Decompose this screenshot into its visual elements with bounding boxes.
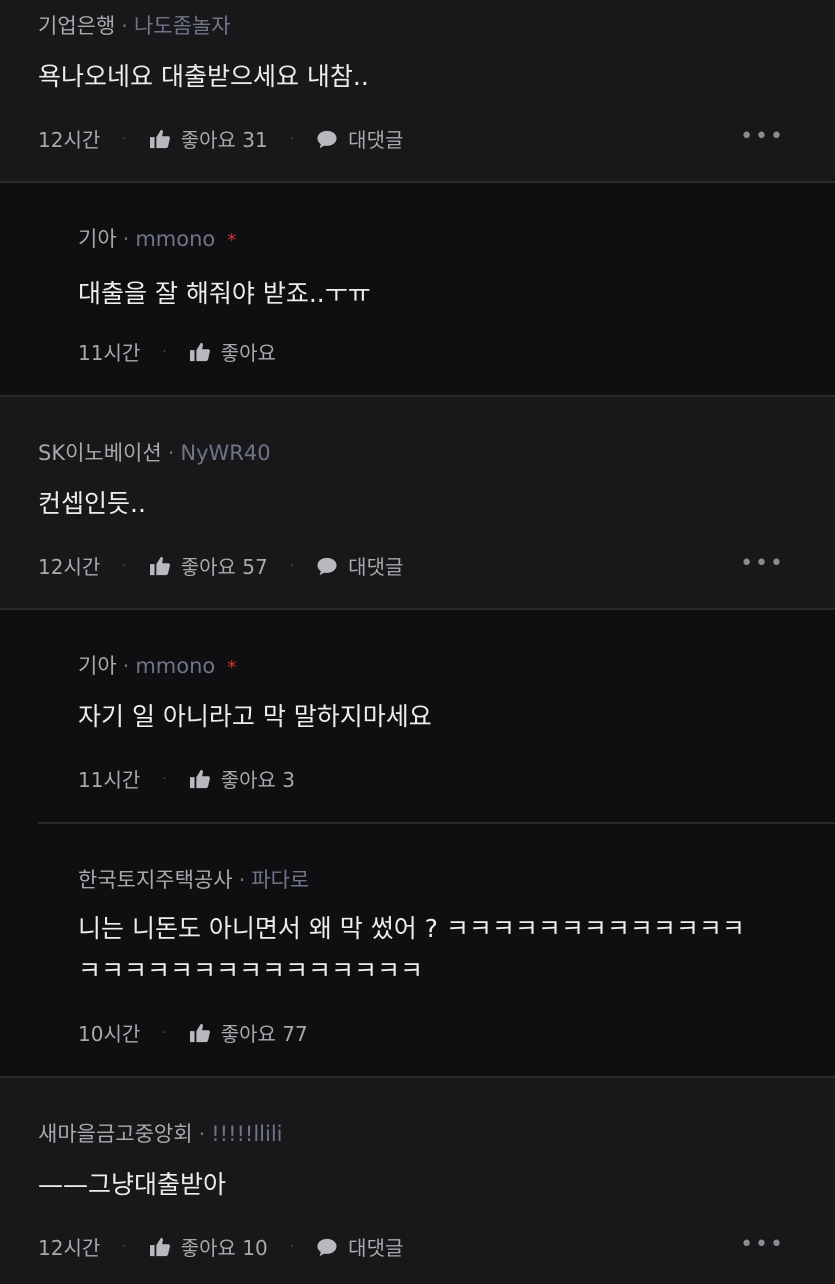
username[interactable]: !!!!!llili: [211, 1122, 282, 1146]
reply-label: 대댓글: [348, 555, 404, 579]
separator-dot: ·: [122, 1238, 127, 1255]
reply-button[interactable]: 대댓글: [316, 124, 403, 153]
separator-dot: ·: [121, 14, 128, 38]
separator-dot: ·: [238, 868, 246, 892]
author-mark: *: [227, 657, 237, 678]
comment-text: 자기 일 아니라고 막 말하지마세요: [78, 702, 432, 731]
company-name: SK이노베이션: [38, 441, 162, 465]
comment-actions: 12시간 · 좋아요 10 · 대댓글: [38, 1232, 403, 1261]
comment-meta: SK이노베이션 · NyWR40: [38, 437, 271, 467]
username[interactable]: NyWR40: [180, 441, 270, 465]
timestamp: 12시간: [38, 555, 101, 579]
more-options-button[interactable]: •••: [740, 551, 785, 576]
comment-text: 욕나오네요 대출받으세요 내참..: [38, 62, 369, 91]
company-name: 기업은행: [38, 14, 116, 38]
like-count: 좋아요: [220, 341, 276, 365]
separator-dot: ·: [122, 227, 130, 251]
separator-dot: ·: [289, 1238, 295, 1255]
comment-6: 새마을금고중앙회 · !!!!!llili ——그냥대출받아 12시간 · 좋아요 …: [0, 1078, 835, 1283]
separator-dot: ·: [167, 441, 175, 465]
separator-dot: ·: [198, 1122, 206, 1146]
more-options-button[interactable]: •••: [740, 1232, 785, 1257]
reply-button[interactable]: 대댓글: [316, 1232, 403, 1261]
timestamp: 12시간: [38, 1236, 101, 1260]
comment-meta: 새마을금고중앙회 · !!!!!llili: [38, 1118, 283, 1148]
like-count: 좋아요 57: [180, 555, 268, 579]
company-name: 한국토지주택공사: [78, 868, 233, 892]
comment-meta: 기업은행 · 나도좀놀자: [38, 10, 231, 40]
separator-dot: ·: [289, 130, 295, 147]
like-count: 좋아요 31: [180, 128, 268, 152]
separator-dot: ·: [122, 654, 130, 678]
separator-dot: ·: [289, 557, 295, 574]
author-mark: *: [227, 230, 237, 251]
reply-thread: 기아 · mmono * 자기 일 아니라고 막 말하지마세요 11시간 · 좋아요 …: [0, 610, 835, 1076]
timestamp: 11시간: [78, 768, 141, 792]
like-count: 좋아요 77: [220, 1022, 308, 1046]
speech-bubble-icon: [316, 129, 338, 149]
like-count: 좋아요 10: [180, 1236, 268, 1260]
thumbs-up-icon: [149, 1237, 171, 1257]
separator-dot: ·: [122, 130, 127, 147]
username[interactable]: 파다로: [251, 868, 309, 892]
comment-text: 컨셉인듯..: [38, 489, 146, 518]
comment-actions: 11시간 · 좋아요 3: [78, 764, 295, 793]
comment-text: 대출을 잘 해줘야 받죠..ㅜㅠ: [78, 279, 371, 308]
like-button[interactable]: 좋아요 77: [189, 1018, 308, 1047]
like-button[interactable]: 좋아요 57: [149, 551, 268, 580]
thumbs-up-icon: [189, 342, 211, 362]
speech-bubble-icon: [316, 556, 338, 576]
timestamp: 10시간: [78, 1022, 141, 1046]
company-name: 기아: [78, 654, 117, 678]
separator-dot: ·: [162, 770, 167, 787]
comment-2-reply: 기아 · mmono * 대출을 잘 해줘야 받죠..ㅜㅠ 11시간 · 좋아요: [0, 183, 835, 395]
comment-1: 기업은행 · 나도좀놀자 욕나오네요 대출받으세요 내참.. 12시간 · 좋아요 …: [0, 0, 835, 181]
company-name: 기아: [78, 227, 117, 251]
thumbs-up-icon: [189, 769, 211, 789]
reply-label: 대댓글: [348, 1236, 404, 1260]
comment-text-line-1: 니는 니돈도 아니면서 왜 막 썼어 ? ㅋㅋㅋㅋㅋㅋㅋㅋㅋㅋㅋㅋㅋ: [78, 914, 745, 943]
company-name: 새마을금고중앙회: [38, 1122, 193, 1146]
comment-actions: 12시간 · 좋아요 31 · 대댓글: [38, 124, 403, 153]
more-dots-icon: •••: [740, 1232, 785, 1257]
speech-bubble-icon: [316, 1237, 338, 1257]
like-button[interactable]: 좋아요 3: [189, 764, 295, 793]
username[interactable]: mmono: [135, 654, 215, 678]
comment-text: ——그냥대출받아: [38, 1170, 227, 1199]
like-button[interactable]: 좋아요: [189, 337, 276, 366]
thumbs-up-icon: [189, 1023, 211, 1043]
like-button[interactable]: 좋아요 10: [149, 1232, 268, 1261]
thumbs-up-icon: [149, 556, 171, 576]
comment-text-line-2: ㅋㅋㅋㅋㅋㅋㅋㅋㅋㅋㅋㅋㅋㅋㅋ: [78, 956, 424, 985]
comment-actions: 10시간 · 좋아요 77: [78, 1018, 308, 1047]
more-options-button[interactable]: •••: [740, 124, 785, 149]
reply-label: 대댓글: [348, 128, 404, 152]
username[interactable]: 나도좀놀자: [134, 14, 231, 38]
like-count: 좋아요 3: [220, 768, 295, 792]
comment-actions: 11시간 · 좋아요: [78, 337, 276, 366]
more-dots-icon: •••: [740, 124, 785, 149]
timestamp: 12시간: [38, 128, 101, 152]
separator-dot: ·: [162, 1024, 167, 1041]
reply-button[interactable]: 대댓글: [316, 551, 403, 580]
more-dots-icon: •••: [740, 551, 785, 576]
separator-dot: ·: [162, 343, 167, 360]
thumbs-up-icon: [149, 129, 171, 149]
comment-meta: 기아 · mmono *: [78, 650, 236, 680]
comment-actions: 12시간 · 좋아요 57 · 대댓글: [38, 551, 403, 580]
comment-meta: 한국토지주택공사 · 파다로: [78, 864, 309, 894]
like-button[interactable]: 좋아요 31: [149, 124, 268, 153]
comment-3: SK이노베이션 · NyWR40 컨셉인듯.. 12시간 · 좋아요 57 · 대댓…: [0, 397, 835, 608]
separator-dot: ·: [122, 557, 127, 574]
timestamp: 11시간: [78, 341, 141, 365]
divider: [38, 822, 835, 824]
comment-meta: 기아 · mmono *: [78, 223, 236, 253]
username[interactable]: mmono: [135, 227, 215, 251]
